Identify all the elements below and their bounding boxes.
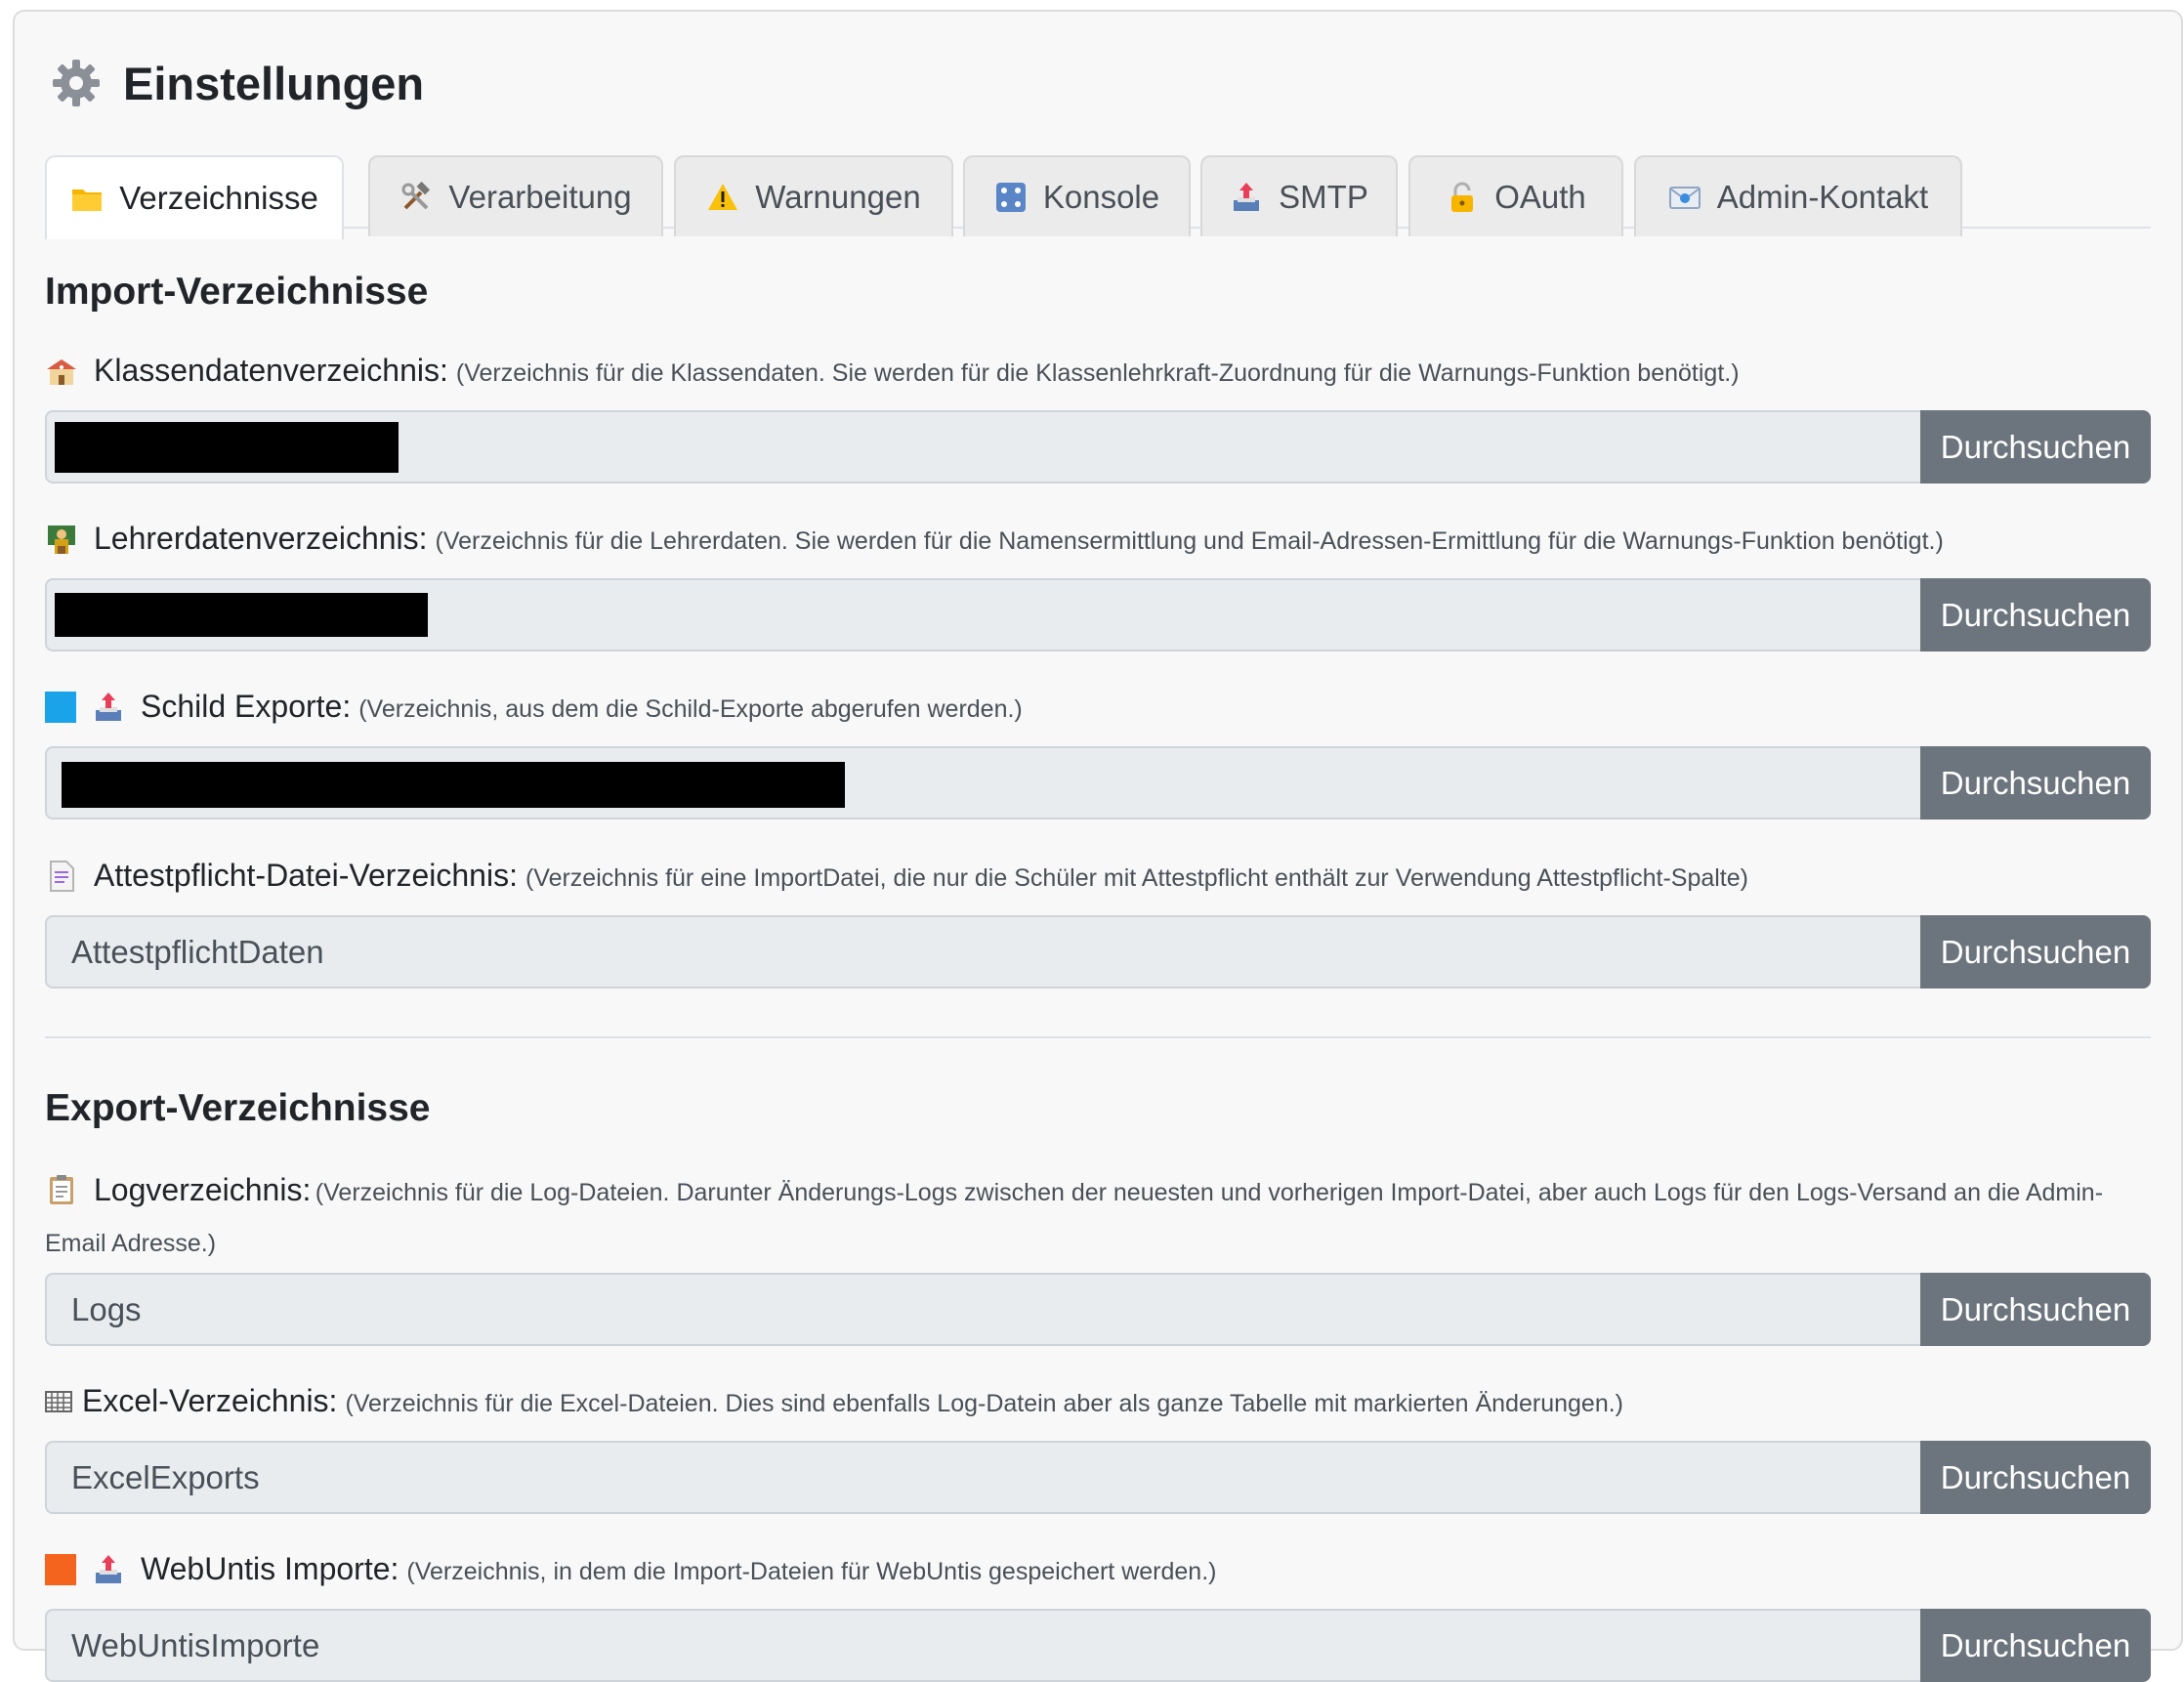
- input-value: AttestpflichtDaten: [71, 933, 324, 970]
- tab-label: Verzeichnisse: [119, 180, 318, 216]
- field-label-schild-exporte: Schild Exporte: (Verzeichnis, aus dem di…: [45, 689, 1023, 725]
- clipboard-icon: [50, 1175, 73, 1204]
- orange-square-icon: [45, 1553, 76, 1585]
- document-icon: [50, 860, 74, 892]
- redaction-block: [55, 593, 428, 637]
- warning-icon: [708, 183, 738, 210]
- input-value: WebUntisImporte: [71, 1626, 320, 1663]
- page-title: Einstellungen: [123, 57, 425, 109]
- browse-button[interactable]: Durchsuchen: [1920, 410, 2151, 484]
- input-value: Logs: [71, 1290, 142, 1327]
- tab-label: Verarbeitung: [448, 178, 632, 215]
- page-header: Einstellungen: [51, 49, 424, 117]
- schild-exporte-path-input[interactable]: [45, 746, 1920, 820]
- field-label-klassendaten: Klassendatenverzeichnis: (Verzeichnis fü…: [45, 353, 1740, 389]
- input-group-webuntis: WebUntisImporte Durchsuchen: [45, 1609, 2151, 1682]
- tab-label: Warnungen: [755, 178, 921, 215]
- tab-label: Admin-Kontakt: [1716, 178, 1929, 215]
- console-icon: [995, 182, 1026, 212]
- label-text: WebUntis Importe:: [141, 1551, 399, 1586]
- lehrerdaten-path-input[interactable]: [45, 578, 1920, 652]
- redaction-block: [55, 422, 399, 473]
- klassendaten-path-input[interactable]: [45, 410, 1920, 484]
- input-group-attestpflicht: AttestpflichtDaten Durchsuchen: [45, 915, 2151, 988]
- outbox-icon: [96, 1554, 121, 1583]
- browse-button[interactable]: Durchsuchen: [1920, 746, 2151, 820]
- field-label-logverzeichnis: Logverzeichnis: (Verzeichnis für die Log…: [45, 1166, 2151, 1271]
- import-section-title: Import-Verzeichnisse: [45, 271, 429, 313]
- tab-admin-kontakt[interactable]: Admin-Kontakt: [1634, 155, 1962, 236]
- email-icon: [1668, 186, 1701, 209]
- label-description: (Verzeichnis, aus dem die Schild-Exporte…: [358, 695, 1023, 723]
- browse-button[interactable]: Durchsuchen: [1920, 1273, 2151, 1346]
- tab-label: OAuth: [1494, 178, 1586, 215]
- school-icon: [47, 358, 76, 385]
- label-description: (Verzeichnis für die Klassendaten. Sie w…: [455, 359, 1740, 387]
- browse-button[interactable]: Durchsuchen: [1920, 1609, 2151, 1682]
- webuntis-path-input[interactable]: WebUntisImporte: [45, 1609, 1920, 1682]
- label-text: Schild Exporte:: [141, 689, 352, 724]
- input-value: ExcelExports: [71, 1458, 260, 1495]
- tab-verzeichnisse[interactable]: Verzeichnisse: [45, 155, 344, 239]
- tab-label: Konsole: [1042, 178, 1160, 215]
- field-label-webuntis: WebUntis Importe: (Verzeichnis, in dem d…: [45, 1551, 1216, 1587]
- input-group-klassendaten: Durchsuchen: [45, 410, 2151, 484]
- hammer-wrench-icon: [401, 181, 431, 209]
- grid-icon: [45, 1390, 72, 1412]
- browse-button[interactable]: Durchsuchen: [1920, 578, 2151, 652]
- field-label-attestpflicht: Attestpflicht-Datei-Verzeichnis: (Verzei…: [45, 858, 1748, 894]
- section-divider: [45, 1036, 2151, 1038]
- field-label-lehrerdaten: Lehrerdatenverzeichnis: (Verzeichnis für…: [45, 521, 1944, 557]
- label-text: Klassendatenverzeichnis:: [94, 353, 448, 388]
- excel-path-input[interactable]: ExcelExports: [45, 1441, 1920, 1514]
- folder-icon: [72, 189, 103, 211]
- label-description: (Verzeichnis für die Lehrerdaten. Sie we…: [435, 527, 1944, 555]
- tab-smtp[interactable]: SMTP: [1200, 155, 1398, 236]
- label-text: Excel-Verzeichnis:: [82, 1383, 338, 1418]
- lock-icon: [1451, 182, 1474, 212]
- label-description: (Verzeichnis für die Excel-Dateien. Dies…: [345, 1390, 1624, 1417]
- label-text: Logverzeichnis:: [94, 1172, 312, 1207]
- tab-label: SMTP: [1279, 178, 1368, 215]
- attestpflicht-path-input[interactable]: AttestpflichtDaten: [45, 915, 1920, 988]
- label-description: (Verzeichnis für die Log-Dateien. Darunt…: [45, 1179, 2104, 1257]
- input-group-lehrerdaten: Durchsuchen: [45, 578, 2151, 652]
- tab-oauth[interactable]: OAuth: [1408, 155, 1623, 236]
- outbox-icon: [96, 692, 121, 721]
- browse-button[interactable]: Durchsuchen: [1920, 915, 2151, 988]
- tab-verarbeitung[interactable]: Verarbeitung: [368, 155, 663, 236]
- label-description: (Verzeichnis, in dem die Import-Dateien …: [406, 1558, 1217, 1585]
- settings-window: Einstellungen Verzeichnisse Verarbeitung…: [13, 10, 2183, 1682]
- logverzeichnis-path-input[interactable]: Logs: [45, 1273, 1920, 1346]
- label-text: Attestpflicht-Datei-Verzeichnis:: [94, 858, 518, 893]
- gear-icon: [53, 60, 100, 106]
- outbox-icon: [1234, 182, 1260, 211]
- tab-warnungen[interactable]: Warnungen: [674, 155, 953, 236]
- tab-konsole[interactable]: Konsole: [963, 155, 1191, 236]
- input-group-schild-exporte: Durchsuchen: [45, 746, 2151, 820]
- browse-button[interactable]: Durchsuchen: [1920, 1441, 2151, 1514]
- input-group-logverzeichnis: Logs Durchsuchen: [45, 1273, 2151, 1346]
- teacher-icon: [48, 525, 75, 554]
- export-section-title: Export-Verzeichnisse: [45, 1087, 431, 1129]
- field-label-excel: Excel-Verzeichnis: (Verzeichnis für die …: [45, 1383, 1623, 1419]
- redaction-block: [62, 762, 845, 808]
- input-group-excel: ExcelExports Durchsuchen: [45, 1441, 2151, 1514]
- label-text: Lehrerdatenverzeichnis:: [94, 521, 428, 556]
- settings-tabs: Verzeichnisse Verarbeitung Warnungen Kon…: [45, 146, 2151, 239]
- blue-square-icon: [45, 691, 76, 723]
- label-description: (Verzeichnis für eine ImportDatei, die n…: [525, 864, 1748, 892]
